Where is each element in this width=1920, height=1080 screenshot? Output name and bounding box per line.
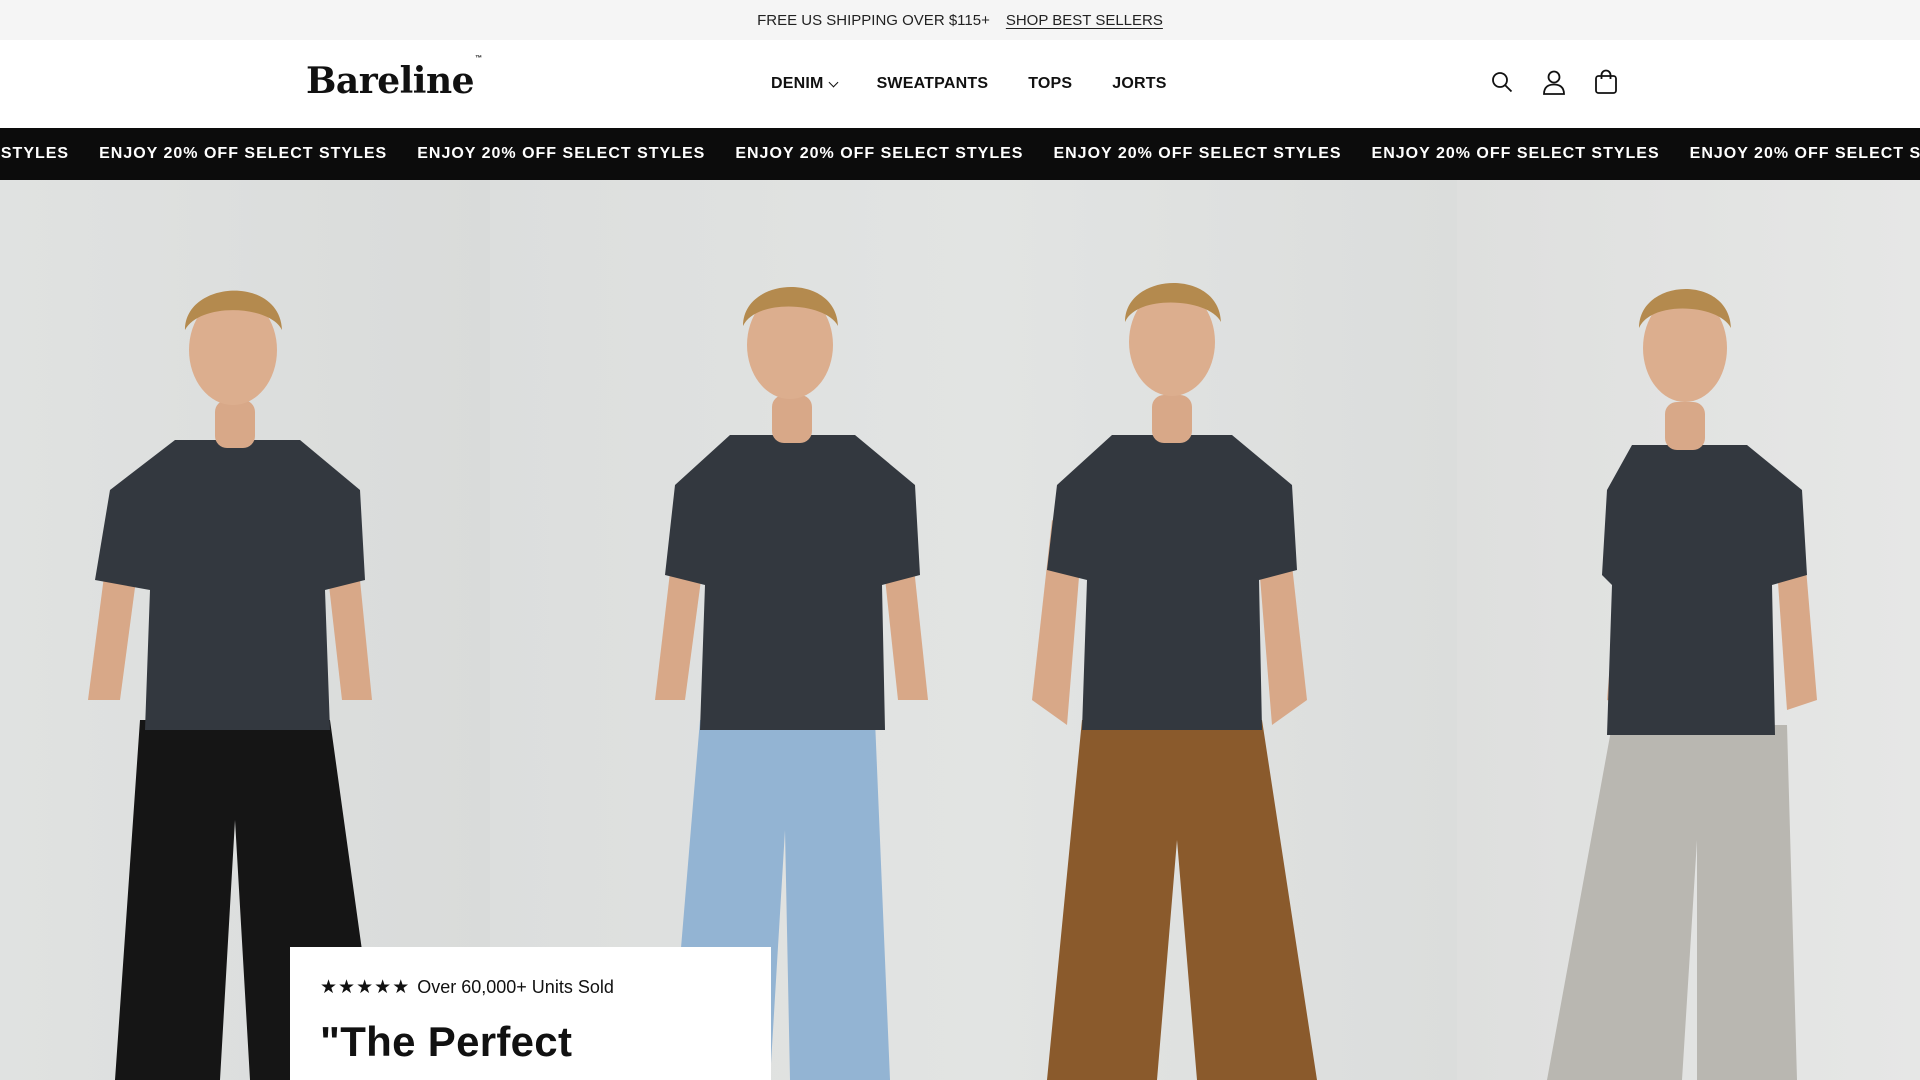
account-icon[interactable] bbox=[1540, 68, 1568, 96]
model-figure bbox=[1547, 288, 1817, 1080]
promo-track: ENJOY 20% OFF SELECT STYLES ENJOY 20% OF… bbox=[0, 128, 1920, 180]
hero-banner[interactable] bbox=[0, 180, 1920, 1080]
promo-text: ENJOY 20% OFF SELECT STYLES bbox=[417, 145, 706, 162]
model-figure bbox=[88, 290, 380, 1080]
cart-icon[interactable] bbox=[1592, 68, 1620, 96]
nav-tops-label: TOPS bbox=[1028, 75, 1073, 92]
units-sold-text: Over 60,000+ Units Sold bbox=[417, 977, 614, 997]
model-photo-grey-sweatpants[interactable] bbox=[1457, 180, 1920, 1080]
main-nav: DENIM SWEATPANTS TOPS JORTS bbox=[771, 40, 1167, 128]
header-icons bbox=[1488, 68, 1620, 96]
shipping-text: FREE US SHIPPING OVER $115+ bbox=[757, 11, 990, 29]
model-photo-black-jeans[interactable] bbox=[0, 180, 490, 1080]
star-rating: ★ ★ ★ ★ ★ bbox=[320, 978, 409, 997]
review-headline: "The Perfect bbox=[320, 1018, 573, 1065]
nav-denim-label: DENIM bbox=[771, 75, 824, 92]
announcement-bar: FREE US SHIPPING OVER $115+ SHOP BEST SE… bbox=[0, 0, 1920, 40]
promo-text: ENJOY 20% OFF SELECT STYLES bbox=[0, 145, 70, 162]
chevron-down-icon bbox=[828, 77, 839, 87]
model-figure bbox=[1032, 282, 1317, 1080]
model-photo-light-blue-jeans[interactable] bbox=[490, 180, 987, 1080]
site-header: Bareline™ DENIM SWEATPANTS TOPS JORTS bbox=[0, 40, 1920, 128]
nav-sweatpants-label: SWEATPANTS bbox=[876, 75, 989, 92]
nav-sweatpants[interactable]: SWEATPANTS bbox=[877, 75, 989, 93]
nav-denim[interactable]: DENIM bbox=[771, 75, 839, 93]
brand-logo-text: Bareline bbox=[306, 60, 475, 102]
star-icon: ★ bbox=[356, 977, 374, 998]
promo-text: ENJOY 20% OFF SELECT STYLES bbox=[735, 145, 1024, 162]
promo-marquee: ENJOY 20% OFF SELECT STYLES ENJOY 20% OF… bbox=[0, 128, 1920, 180]
promo-text: ENJOY 20% OFF SELECT STYLES bbox=[99, 145, 388, 162]
promo-text: ENJOY 20% OFF SELECT STYLES bbox=[1053, 145, 1342, 162]
model-figure bbox=[655, 286, 928, 1080]
nav-jorts[interactable]: JORTS bbox=[1112, 75, 1166, 93]
promo-text: ENJOY 20% OFF SELECT STYLES bbox=[1371, 145, 1660, 162]
star-icon: ★ bbox=[338, 977, 356, 998]
star-icon: ★ bbox=[320, 977, 338, 998]
nav-jorts-label: JORTS bbox=[1112, 75, 1167, 92]
review-card: ★ ★ ★ ★ ★ Over 60,000+ Units Sold "The P… bbox=[290, 947, 771, 1080]
brand-logo[interactable]: Bareline™ bbox=[306, 55, 482, 102]
star-icon: ★ bbox=[392, 977, 410, 998]
promo-text: ENJOY 20% OFF SELECT STYLES bbox=[1689, 145, 1920, 162]
rating-row: ★ ★ ★ ★ ★ Over 60,000+ Units Sold bbox=[320, 977, 741, 998]
model-photo-brown-jeans[interactable] bbox=[987, 180, 1457, 1080]
nav-tops[interactable]: TOPS bbox=[1028, 75, 1072, 93]
trademark-mark: ™ bbox=[475, 55, 482, 62]
star-icon: ★ bbox=[374, 977, 392, 998]
shop-best-sellers-link[interactable]: SHOP BEST SELLERS bbox=[1006, 12, 1163, 29]
search-icon[interactable] bbox=[1488, 68, 1516, 96]
